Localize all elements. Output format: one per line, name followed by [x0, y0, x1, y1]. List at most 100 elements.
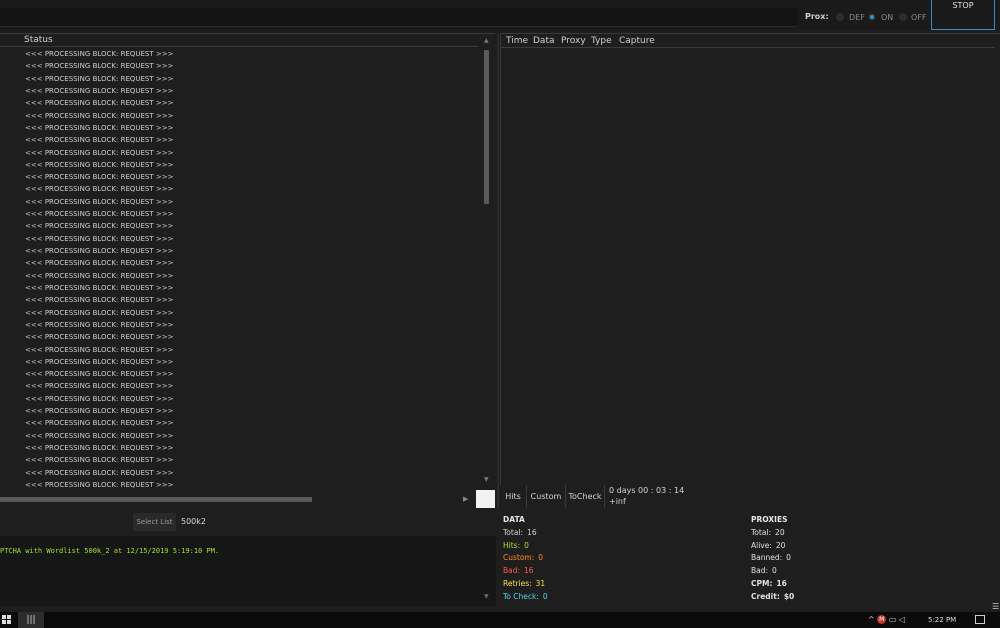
panel-splitter[interactable] [497, 33, 499, 508]
status-row[interactable]: <<< PROCESSING BLOCK: REQUEST >>> [0, 147, 478, 159]
hits-col-proxy[interactable]: Proxy [561, 36, 586, 46]
proxy-stat-label: Total: [751, 527, 772, 537]
status-panel: Status <<< PROCESSING BLOCK: REQUEST >>>… [0, 33, 495, 508]
scroll-right-icon[interactable]: ▶ [463, 495, 468, 503]
scroll-up-icon[interactable]: ▲ [484, 37, 489, 44]
antivirus-icon[interactable]: M [877, 615, 887, 624]
data-stat-value: 16 [524, 566, 534, 576]
notification-icon[interactable] [975, 615, 985, 624]
status-row[interactable]: <<< PROCESSING BLOCK: REQUEST >>> [0, 356, 478, 368]
status-row[interactable]: <<< PROCESSING BLOCK: REQUEST >>> [0, 122, 478, 134]
data-stat-row: Custom: 0 [503, 552, 548, 565]
status-vertical-scrollbar[interactable]: ▲ ▼ [480, 34, 494, 487]
status-row[interactable]: <<< PROCESSING BLOCK: REQUEST >>> [0, 233, 478, 245]
status-row[interactable]: <<< PROCESSING BLOCK: REQUEST >>> [0, 85, 478, 97]
proxy-stat-value: 20 [775, 540, 786, 550]
data-stat-row: Bad: 16 [503, 565, 548, 578]
status-row[interactable]: <<< PROCESSING BLOCK: REQUEST >>> [0, 331, 478, 343]
hits-col-type[interactable]: Type [591, 36, 612, 46]
proxy-stats: PROXIES Total: 20 Alive: 20 Banned: 0 Bad: 0 CPM… [751, 514, 794, 604]
status-row[interactable]: <<< PROCESSING BLOCK: REQUEST >>> [0, 417, 478, 429]
status-row[interactable]: <<< PROCESSING BLOCK: REQUEST >>> [0, 454, 478, 466]
status-row[interactable]: <<< PROCESSING BLOCK: REQUEST >>> [0, 282, 478, 294]
status-row[interactable]: <<< PROCESSING BLOCK: REQUEST >>> [0, 479, 478, 488]
status-row[interactable]: <<< PROCESSING BLOCK: REQUEST >>> [0, 344, 478, 356]
corner-box [476, 490, 495, 508]
taskbar: ||| ^ M ▭ ◁ 5:22 PM [0, 612, 1000, 628]
status-row[interactable]: <<< PROCESSING BLOCK: REQUEST >>> [0, 294, 478, 306]
proxy-stat-row: Credit: $0 [751, 591, 794, 604]
status-row[interactable]: <<< PROCESSING BLOCK: REQUEST >>> [0, 220, 478, 232]
status-row[interactable]: <<< PROCESSING BLOCK: REQUEST >>> [0, 430, 478, 442]
hits-col-data[interactable]: Data [533, 36, 555, 46]
start-button[interactable] [0, 612, 18, 628]
taskbar-app-button[interactable]: ||| [18, 612, 44, 628]
status-row[interactable]: <<< PROCESSING BLOCK: REQUEST >>> [0, 110, 478, 122]
status-row[interactable]: <<< PROCESSING BLOCK: REQUEST >>> [0, 159, 478, 171]
status-row[interactable]: <<< PROCESSING BLOCK: REQUEST >>> [0, 405, 478, 417]
status-row[interactable]: <<< PROCESSING BLOCK: REQUEST >>> [0, 171, 478, 183]
run-timer: 0 days 00 : 03 : 14 +inf [609, 485, 684, 507]
status-row[interactable]: <<< PROCESSING BLOCK: REQUEST >>> [0, 196, 478, 208]
status-row[interactable]: <<< PROCESSING BLOCK: REQUEST >>> [0, 368, 478, 380]
status-row[interactable]: <<< PROCESSING BLOCK: REQUEST >>> [0, 257, 478, 269]
data-stat-label: To Check: [503, 591, 539, 601]
status-row[interactable]: <<< PROCESSING BLOCK: REQUEST >>> [0, 48, 478, 60]
status-column-header[interactable]: Status [0, 34, 478, 47]
status-horizontal-scrollbar[interactable]: ▶ [0, 492, 472, 508]
proxy-stat-value: 16 [776, 578, 787, 588]
select-list-button[interactable]: Select List [133, 513, 176, 531]
hits-panel: Time Data Proxy Type Capture [500, 33, 1000, 485]
hits-col-time[interactable]: Time [506, 36, 528, 46]
status-row[interactable]: <<< PROCESSING BLOCK: REQUEST >>> [0, 183, 478, 195]
status-row[interactable]: <<< PROCESSING BLOCK: REQUEST >>> [0, 307, 478, 319]
data-stat-value: 0 [538, 553, 544, 563]
status-row[interactable]: <<< PROCESSING BLOCK: REQUEST >>> [0, 442, 478, 454]
status-row[interactable]: <<< PROCESSING BLOCK: REQUEST >>> [0, 393, 478, 405]
proxy-def-radio[interactable] [836, 13, 844, 21]
status-row[interactable]: <<< PROCESSING BLOCK: REQUEST >>> [0, 208, 478, 220]
status-list[interactable]: <<< PROCESSING BLOCK: REQUEST >>> <<< PRO… [0, 48, 478, 488]
menu-icon[interactable]: ☰ [992, 602, 999, 611]
hits-filter-tabs: Hits Custom ToCheck [500, 485, 605, 508]
tab-custom[interactable]: Custom [527, 485, 566, 508]
data-stat-value: 16 [527, 527, 537, 537]
proxy-on-radio[interactable] [868, 13, 876, 21]
horizontal-scroll-thumb[interactable] [0, 497, 312, 502]
status-row[interactable]: <<< PROCESSING BLOCK: REQUEST >>> [0, 270, 478, 282]
network-icon[interactable]: ▭ [889, 615, 897, 624]
log-scroll-down-icon[interactable]: ▼ [484, 593, 489, 600]
proxy-mode-label: Prox: [805, 12, 829, 21]
status-row[interactable]: <<< PROCESSING BLOCK: REQUEST >>> [0, 97, 478, 109]
status-row[interactable]: <<< PROCESSING BLOCK: REQUEST >>> [0, 60, 478, 72]
stop-button[interactable]: STOP [931, 0, 995, 30]
proxy-stat-value: 0 [786, 553, 791, 563]
status-row[interactable]: <<< PROCESSING BLOCK: REQUEST >>> [0, 319, 478, 331]
tray-expand-icon[interactable]: ^ [868, 615, 875, 624]
status-row[interactable]: <<< PROCESSING BLOCK: REQUEST >>> [0, 380, 478, 392]
scroll-thumb[interactable] [484, 50, 489, 204]
tab-hits[interactable]: Hits [500, 485, 527, 508]
data-stats: DATA Total: 16 Hits: 0 Custom: 0 Bad: 16 Retries… [503, 514, 548, 604]
proxy-stat-row: Total: 20 [751, 527, 794, 540]
volume-icon[interactable]: ◁ [899, 615, 905, 624]
status-row[interactable]: <<< PROCESSING BLOCK: REQUEST >>> [0, 467, 478, 479]
remaining-time: +inf [609, 497, 626, 506]
proxy-stat-row: Bad: 0 [751, 565, 794, 578]
proxy-off-radio[interactable] [899, 13, 907, 21]
tab-tocheck[interactable]: ToCheck [566, 485, 605, 508]
config-name-field[interactable] [0, 8, 798, 27]
data-stat-row: Total: 16 [503, 527, 548, 540]
data-stat-label: Custom: [503, 553, 535, 563]
data-stat-label: Hits: [503, 540, 521, 550]
data-stat-value: 0 [524, 540, 529, 550]
hits-col-capture[interactable]: Capture [619, 36, 655, 46]
clock[interactable]: 5:22 PM [928, 616, 956, 624]
status-row[interactable]: <<< PROCESSING BLOCK: REQUEST >>> [0, 134, 478, 146]
scroll-down-icon[interactable]: ▼ [484, 476, 489, 483]
proxy-off-label: OFF [911, 13, 927, 22]
status-row[interactable]: <<< PROCESSING BLOCK: REQUEST >>> [0, 245, 478, 257]
status-row[interactable]: <<< PROCESSING BLOCK: REQUEST >>> [0, 73, 478, 85]
proxy-stat-value: $0 [783, 591, 795, 601]
log-output[interactable]: PTCHA with Wordlist 500k_2 at 12/15/2019… [0, 536, 496, 606]
